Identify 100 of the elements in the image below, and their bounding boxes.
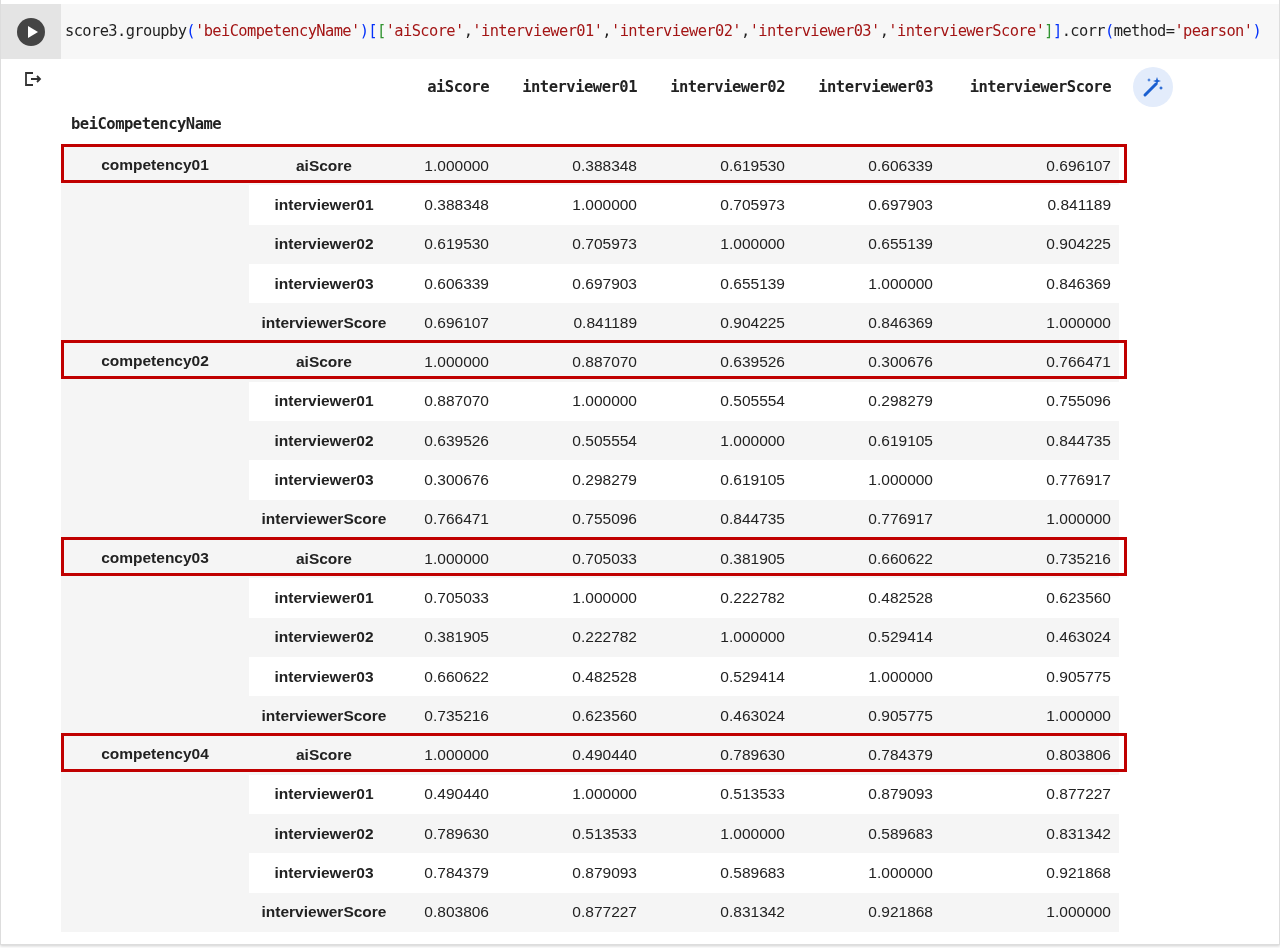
table-cell: 0.887070: [572, 353, 637, 371]
table-cell: 1.000000: [424, 746, 489, 764]
column-header: interviewer01: [522, 78, 637, 96]
table-cell: 1.000000: [1046, 903, 1111, 921]
table-cell: 0.905775: [1046, 667, 1111, 685]
table-cell: 0.298279: [868, 392, 933, 410]
table-cell: 0.639526: [720, 353, 785, 371]
table-cell: 0.388348: [572, 156, 637, 174]
table-cell: 0.655139: [868, 235, 933, 253]
group-label: competency01: [101, 156, 209, 173]
play-icon: [26, 24, 39, 39]
table-cell: 0.697903: [868, 195, 933, 213]
table-cell: 0.846369: [1046, 274, 1111, 292]
table-cell: 1.000000: [868, 274, 933, 292]
table-cell: 0.879093: [868, 785, 933, 803]
table-cell: 1.000000: [720, 628, 785, 646]
table-cell: 0.877227: [572, 903, 637, 921]
table-cell: 0.482528: [868, 588, 933, 606]
table-cell: 1.000000: [572, 785, 637, 803]
row-label: interviewerScore: [261, 903, 387, 921]
table-cell: 0.784379: [424, 864, 489, 881]
row-label: interviewer02: [274, 431, 374, 449]
table-cell: 1.000000: [720, 431, 785, 449]
table-cell: 0.619530: [424, 235, 489, 253]
table-cell: 1.000000: [1046, 706, 1111, 724]
table-cell: 0.619105: [720, 471, 785, 488]
table-cell: 0.784379: [868, 746, 933, 764]
table-cell: 1.000000: [424, 353, 489, 371]
row-label: aiScore: [296, 549, 352, 567]
table-cell: 0.841189: [573, 313, 637, 331]
table-cell: 0.490440: [572, 746, 637, 764]
table-cell: 0.846369: [868, 313, 933, 331]
table-cell: 0.606339: [868, 156, 933, 174]
table-cell: 1.000000: [1046, 313, 1111, 331]
row-label: interviewerScore: [261, 313, 387, 331]
row-label: interviewer03: [274, 274, 374, 292]
row-label: interviewer02: [274, 628, 374, 646]
column-header: interviewerScore: [969, 78, 1111, 96]
table-cell: 0.388348: [424, 195, 489, 213]
table-cell: 0.660622: [868, 549, 933, 567]
table-cell: 0.463024: [720, 706, 785, 724]
table-cell: 0.887070: [424, 392, 489, 410]
table-cell: 0.921868: [1046, 864, 1111, 881]
table-cell: 0.298279: [572, 471, 637, 488]
table-cell: 0.921868: [868, 903, 933, 921]
group-label: competency04: [101, 745, 209, 763]
table-cell: 0.755096: [572, 510, 637, 528]
table-cell: 0.589683: [720, 864, 785, 881]
table-cell: 0.831342: [720, 903, 785, 921]
table-cell: 0.639526: [424, 431, 489, 449]
table-cell: 0.905775: [868, 706, 933, 724]
row-label: interviewer01: [274, 392, 374, 410]
table-cell: 0.705973: [720, 195, 785, 213]
table-cell: 1.000000: [868, 471, 933, 488]
row-label: aiScore: [296, 156, 352, 174]
table-cell: 0.619530: [720, 156, 785, 174]
table-cell: 0.606339: [424, 274, 489, 292]
row-label: interviewer01: [274, 195, 374, 213]
table-cell: 0.841189: [1047, 195, 1111, 213]
table-cell: 0.381905: [424, 628, 489, 646]
run-button[interactable]: [17, 17, 45, 46]
table-cell: 0.505554: [720, 392, 785, 410]
table-cell: 0.844735: [720, 510, 785, 528]
table-cell: 0.623560: [572, 706, 637, 724]
column-header: interviewer02: [670, 78, 785, 96]
table-cell: 1.000000: [868, 667, 933, 685]
row-label: interviewer03: [274, 667, 374, 685]
table-cell: 0.381905: [720, 549, 785, 567]
table-cell: 0.660622: [424, 667, 489, 685]
table-cell: 0.789630: [424, 824, 489, 842]
table-cell: 1.000000: [572, 588, 637, 606]
table-cell: 0.844735: [1046, 431, 1111, 449]
table-cell: 0.300676: [424, 471, 489, 488]
table-cell: 0.705033: [572, 549, 637, 567]
table-cell: 0.490440: [424, 785, 489, 803]
magic-wand-icon: [1142, 76, 1164, 98]
table-cell: 1.000000: [572, 195, 637, 213]
row-label: interviewer01: [274, 785, 374, 803]
table-cell: 1.000000: [1046, 510, 1111, 528]
table-cell: 0.755096: [1046, 392, 1111, 410]
table-cell: 0.513533: [572, 824, 637, 842]
row-label: interviewer02: [274, 824, 374, 842]
table-cell: 0.904225: [720, 313, 785, 331]
table-cell: 0.300676: [868, 353, 933, 371]
row-label: aiScore: [296, 353, 352, 371]
table-cell: 0.904225: [1046, 235, 1111, 253]
row-label: interviewerScore: [261, 510, 387, 528]
table-cell: 0.766471: [1046, 353, 1111, 371]
table-cell: 0.222782: [572, 628, 637, 646]
table-cell: 0.877227: [1046, 785, 1111, 803]
row-label: aiScore: [296, 746, 352, 764]
table-cell: 0.735216: [424, 706, 489, 724]
table-cell: 0.655139: [720, 274, 785, 292]
table-cell: 0.589683: [868, 824, 933, 842]
magic-wand-button[interactable]: [1133, 67, 1173, 107]
table-cell: 0.619105: [868, 431, 933, 449]
output-icon[interactable]: [23, 70, 43, 88]
row-label: interviewerScore: [261, 706, 387, 724]
table-cell: 0.803806: [1046, 746, 1111, 764]
table-cell: 0.529414: [720, 667, 785, 685]
